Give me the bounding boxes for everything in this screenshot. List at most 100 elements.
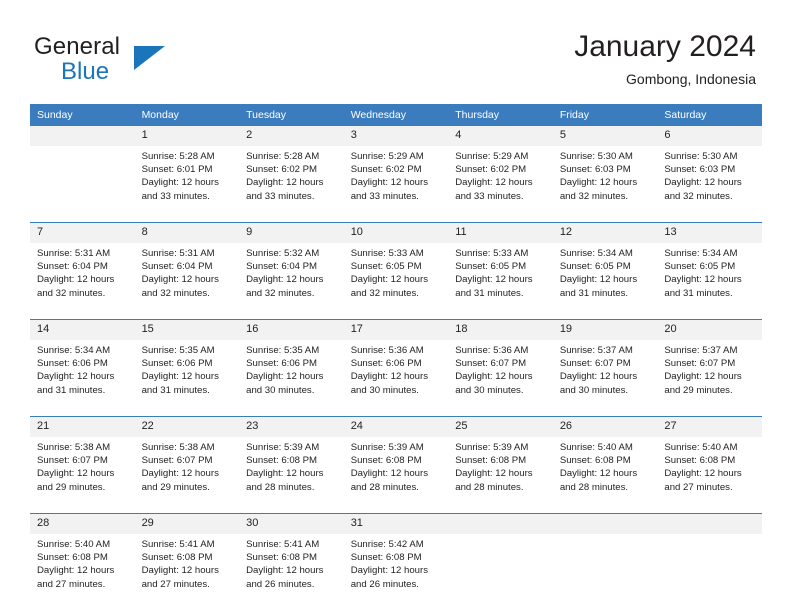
- day-detail-cell[interactable]: Sunrise: 5:29 AM Sunset: 6:02 PM Dayligh…: [343, 146, 449, 222]
- brand-logo[interactable]: General Blue: [34, 33, 254, 89]
- day-detail-cell[interactable]: Sunrise: 5:39 AM Sunset: 6:08 PM Dayligh…: [343, 437, 449, 513]
- day-number-cell[interactable]: 12: [552, 223, 658, 243]
- day-number-cell[interactable]: 13: [657, 223, 762, 243]
- day-detail-cell[interactable]: Sunrise: 5:41 AM Sunset: 6:08 PM Dayligh…: [239, 534, 344, 610]
- week-details-row: Sunrise: 5:38 AM Sunset: 6:07 PM Dayligh…: [30, 437, 762, 513]
- day-number-cell[interactable]: 22: [134, 417, 240, 437]
- day-detail-cell[interactable]: Sunrise: 5:42 AM Sunset: 6:08 PM Dayligh…: [343, 534, 449, 610]
- day-detail-cell[interactable]: Sunrise: 5:31 AM Sunset: 6:04 PM Dayligh…: [134, 243, 240, 319]
- day-detail-cell[interactable]: Sunrise: 5:40 AM Sunset: 6:08 PM Dayligh…: [30, 534, 135, 610]
- daylight-text-2: and 30 minutes.: [246, 384, 315, 396]
- day-number-cell[interactable]: 3: [343, 126, 449, 146]
- day-detail-cell[interactable]: Sunrise: 5:28 AM Sunset: 6:01 PM Dayligh…: [134, 146, 240, 222]
- day-number-cell[interactable]: [30, 126, 135, 146]
- day-detail-cell[interactable]: Sunrise: 5:34 AM Sunset: 6:05 PM Dayligh…: [657, 243, 762, 319]
- day-number-cell[interactable]: 8: [134, 223, 240, 243]
- week-daynumbers-row: 7 8 9 10 11 12 13: [30, 223, 762, 243]
- daylight-text-2: and 33 minutes.: [141, 190, 210, 202]
- day-number-cell[interactable]: 6: [657, 126, 762, 146]
- day-detail-cell[interactable]: Sunrise: 5:35 AM Sunset: 6:06 PM Dayligh…: [134, 340, 240, 416]
- day-detail-cell[interactable]: Sunrise: 5:41 AM Sunset: 6:08 PM Dayligh…: [134, 534, 240, 610]
- day-detail-cell[interactable]: Sunrise: 5:39 AM Sunset: 6:08 PM Dayligh…: [448, 437, 553, 513]
- daylight-text-2: and 30 minutes.: [559, 384, 629, 396]
- day-detail-cell[interactable]: Sunrise: 5:40 AM Sunset: 6:08 PM Dayligh…: [552, 437, 658, 513]
- day-number-cell[interactable]: 29: [134, 514, 240, 534]
- day-detail-cell[interactable]: Sunrise: 5:28 AM Sunset: 6:02 PM Dayligh…: [239, 146, 344, 222]
- calendar-body: 1 2 3 4 5 6 Sunrise: 5:28 AM Sunset: 6:0…: [30, 126, 762, 610]
- day-number-cell[interactable]: 18: [448, 320, 553, 340]
- sunrise-text: Sunrise: 5:41 AM: [246, 539, 320, 550]
- sunrise-text: Sunrise: 5:41 AM: [141, 539, 215, 550]
- daylight-text-2: and 32 minutes.: [141, 287, 210, 299]
- day-detail-cell[interactable]: Sunrise: 5:37 AM Sunset: 6:07 PM Dayligh…: [657, 340, 762, 416]
- day-number-cell[interactable]: 4: [448, 126, 553, 146]
- day-number-cell[interactable]: 19: [552, 320, 658, 340]
- day-detail-cell[interactable]: Sunrise: 5:30 AM Sunset: 6:03 PM Dayligh…: [657, 146, 762, 222]
- page-subtitle-location: Gombong, Indonesia: [626, 71, 756, 87]
- day-detail-cell[interactable]: [30, 146, 135, 222]
- day-detail-cell[interactable]: Sunrise: 5:33 AM Sunset: 6:05 PM Dayligh…: [448, 243, 553, 319]
- day-detail-cell[interactable]: Sunrise: 5:29 AM Sunset: 6:02 PM Dayligh…: [448, 146, 553, 222]
- sunset-text: Sunset: 6:08 PM: [350, 455, 422, 467]
- day-detail-cell[interactable]: Sunrise: 5:30 AM Sunset: 6:03 PM Dayligh…: [552, 146, 658, 222]
- day-number-cell[interactable]: 9: [239, 223, 344, 243]
- day-number-cell[interactable]: 31: [343, 514, 449, 534]
- day-detail-cell[interactable]: Sunrise: 5:34 AM Sunset: 6:06 PM Dayligh…: [30, 340, 135, 416]
- day-detail-cell[interactable]: Sunrise: 5:31 AM Sunset: 6:04 PM Dayligh…: [30, 243, 135, 319]
- day-detail-cell[interactable]: Sunrise: 5:35 AM Sunset: 6:06 PM Dayligh…: [239, 340, 344, 416]
- sunrise-text: Sunrise: 5:31 AM: [37, 248, 111, 259]
- daylight-text-1: Daylight: 12 hours: [37, 371, 115, 383]
- day-number-cell[interactable]: 25: [448, 417, 553, 437]
- sunset-text: Sunset: 6:01 PM: [141, 164, 213, 176]
- day-detail-cell[interactable]: Sunrise: 5:36 AM Sunset: 6:06 PM Dayligh…: [343, 340, 449, 416]
- sunset-text: Sunset: 6:04 PM: [37, 261, 108, 273]
- daylight-text-1: Daylight: 12 hours: [559, 468, 638, 480]
- week-daynumbers-row: 28 29 30 31: [30, 514, 762, 534]
- day-detail-cell[interactable]: Sunrise: 5:40 AM Sunset: 6:08 PM Dayligh…: [657, 437, 762, 513]
- day-detail-cell[interactable]: Sunrise: 5:34 AM Sunset: 6:05 PM Dayligh…: [552, 243, 658, 319]
- day-number-cell[interactable]: 11: [448, 223, 553, 243]
- day-detail-cell[interactable]: Sunrise: 5:32 AM Sunset: 6:04 PM Dayligh…: [239, 243, 344, 319]
- sunrise-text: Sunrise: 5:40 AM: [37, 539, 111, 550]
- day-number-cell[interactable]: 28: [30, 514, 135, 534]
- day-number-cell[interactable]: 10: [343, 223, 449, 243]
- day-number-cell[interactable]: 15: [134, 320, 240, 340]
- day-number-cell[interactable]: 5: [552, 126, 658, 146]
- day-number-cell[interactable]: 26: [552, 417, 658, 437]
- day-number-cell[interactable]: 20: [657, 320, 762, 340]
- weekday-header-wednesday: Wednesday: [343, 104, 449, 126]
- daylight-text-1: Daylight: 12 hours: [141, 468, 219, 480]
- daylight-text-2: and 26 minutes.: [246, 578, 315, 590]
- day-number-cell[interactable]: 2: [239, 126, 344, 146]
- weekday-header-friday: Friday: [552, 104, 658, 126]
- day-number-cell[interactable]: 1: [134, 126, 240, 146]
- day-number-cell[interactable]: 7: [30, 223, 135, 243]
- sunset-text: Sunset: 6:05 PM: [664, 261, 736, 273]
- sunrise-text: Sunrise: 5:36 AM: [455, 345, 529, 356]
- daylight-text-1: Daylight: 12 hours: [141, 565, 219, 577]
- day-detail-cell[interactable]: Sunrise: 5:37 AM Sunset: 6:07 PM Dayligh…: [552, 340, 658, 416]
- day-detail-cell[interactable]: Sunrise: 5:36 AM Sunset: 6:07 PM Dayligh…: [448, 340, 553, 416]
- daylight-text-1: Daylight: 12 hours: [350, 565, 429, 577]
- day-number-cell[interactable]: 30: [239, 514, 344, 534]
- day-detail-cell[interactable]: Sunrise: 5:38 AM Sunset: 6:07 PM Dayligh…: [134, 437, 240, 513]
- daylight-text-1: Daylight: 12 hours: [350, 177, 429, 189]
- sunrise-text: Sunrise: 5:31 AM: [141, 248, 215, 259]
- day-number-cell[interactable]: 17: [343, 320, 449, 340]
- week-details-row: Sunrise: 5:34 AM Sunset: 6:06 PM Dayligh…: [30, 340, 762, 416]
- sunset-text: Sunset: 6:07 PM: [455, 358, 527, 370]
- day-detail-cell[interactable]: Sunrise: 5:39 AM Sunset: 6:08 PM Dayligh…: [239, 437, 344, 513]
- day-number-cell[interactable]: 21: [30, 417, 135, 437]
- day-number-cell[interactable]: 14: [30, 320, 135, 340]
- day-detail-cell[interactable]: Sunrise: 5:33 AM Sunset: 6:05 PM Dayligh…: [343, 243, 449, 319]
- brand-name-blue: Blue: [61, 58, 110, 85]
- day-number-cell[interactable]: 24: [343, 417, 449, 437]
- day-number-cell: [552, 514, 658, 534]
- page-header: General Blue January 2024 Gombong, Indon…: [0, 0, 792, 100]
- day-number-cell[interactable]: 27: [657, 417, 762, 437]
- day-number-cell: [448, 514, 553, 534]
- day-number-cell[interactable]: 16: [239, 320, 344, 340]
- day-detail-cell[interactable]: Sunrise: 5:38 AM Sunset: 6:07 PM Dayligh…: [30, 437, 135, 513]
- day-number-cell[interactable]: 23: [239, 417, 344, 437]
- sunrise-text: Sunrise: 5:38 AM: [141, 442, 215, 453]
